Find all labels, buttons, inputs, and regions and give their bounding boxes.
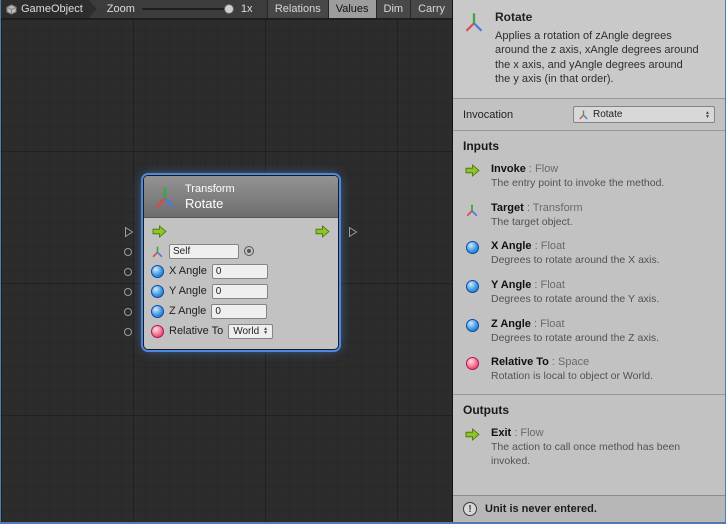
- warning-text: Unit is never entered.: [485, 503, 597, 515]
- float-icon: [151, 305, 164, 318]
- gameobject-icon: [6, 4, 17, 15]
- dim-button[interactable]: Dim: [376, 0, 411, 18]
- target-port[interactable]: [124, 248, 132, 256]
- zoom-area: Zoom 1x: [97, 0, 267, 18]
- warning-bar: ! Unit is never entered.: [453, 495, 725, 522]
- relative-to-value: World: [233, 326, 259, 337]
- input-entry-x-angle: X AngleFloat Degrees to rotate around th…: [453, 235, 725, 274]
- y-angle-row: Y Angle: [151, 281, 331, 301]
- z-angle-port[interactable]: [124, 308, 132, 316]
- transform-icon: [578, 109, 589, 120]
- output-entry-exit: ExitFlow The action to call once method …: [453, 422, 725, 474]
- invoke-arrow-icon[interactable]: [152, 225, 167, 238]
- float-icon: [466, 241, 479, 254]
- inspector-title: Rotate: [495, 10, 700, 24]
- relations-button[interactable]: Relations: [267, 0, 328, 18]
- float-icon: [151, 285, 164, 298]
- transform-icon: [464, 12, 484, 32]
- input-entry-z-angle: Z AngleFloat Degrees to rotate around th…: [453, 313, 725, 352]
- transform-icon: [154, 186, 176, 208]
- zoom-label: Zoom: [107, 3, 135, 15]
- invocation-label: Invocation: [463, 109, 513, 121]
- y-angle-input[interactable]: [212, 284, 268, 299]
- graph-canvas[interactable]: Transform Rotate X Angle: [1, 19, 452, 522]
- z-angle-row: Z Angle: [151, 301, 331, 321]
- object-picker-icon[interactable]: [244, 246, 254, 256]
- carry-button[interactable]: Carry: [410, 0, 452, 18]
- bolt-graph-window: GameObject Zoom 1x Relations Values Dim …: [0, 0, 726, 524]
- space-icon: [466, 357, 479, 370]
- flow-output-port[interactable]: [348, 226, 358, 238]
- space-icon: [151, 325, 164, 338]
- x-angle-port[interactable]: [124, 268, 132, 276]
- inspector-panel: Rotate Applies a rotation of zAngle degr…: [452, 0, 725, 522]
- warning-icon: !: [463, 502, 477, 516]
- breadcrumb[interactable]: GameObject: [1, 0, 97, 18]
- flow-arrow-icon: [465, 164, 480, 177]
- x-angle-label: X Angle: [169, 265, 207, 277]
- invocation-dropdown[interactable]: Rotate ▲▼: [573, 106, 715, 123]
- input-entry-target: TargetTransform The target object.: [453, 197, 725, 236]
- graph-toolbar: GameObject Zoom 1x Relations Values Dim …: [1, 0, 452, 19]
- inputs-section-title: Inputs: [453, 131, 725, 158]
- transform-rotate-node[interactable]: Transform Rotate X Angle: [144, 176, 338, 349]
- transform-icon: [151, 245, 164, 258]
- inspector-description: Applies a rotation of zAngle degrees aro…: [495, 29, 700, 86]
- x-angle-input[interactable]: [212, 264, 268, 279]
- float-icon: [466, 319, 479, 332]
- invocation-value: Rotate: [593, 109, 622, 120]
- relative-to-dropdown[interactable]: World ▲▼: [228, 324, 273, 339]
- node-subtitle: Rotate: [185, 196, 235, 212]
- exit-arrow-icon[interactable]: [315, 225, 330, 238]
- flow-row: [151, 221, 331, 241]
- node-body: X Angle Y Angle Z Angle Relative To: [144, 218, 338, 349]
- z-angle-label: Z Angle: [169, 305, 206, 317]
- target-row: [151, 241, 331, 261]
- inspector-header: Rotate Applies a rotation of zAngle degr…: [453, 0, 725, 99]
- relative-to-label: Relative To: [169, 325, 223, 337]
- transform-icon: [465, 203, 479, 217]
- breadcrumb-label: GameObject: [21, 3, 83, 15]
- values-button[interactable]: Values: [328, 0, 376, 18]
- z-angle-input[interactable]: [211, 304, 267, 319]
- float-icon: [466, 280, 479, 293]
- zoom-value: 1x: [241, 3, 253, 15]
- outputs-section-title: Outputs: [453, 394, 725, 422]
- y-angle-port[interactable]: [124, 288, 132, 296]
- input-entry-invoke: InvokeFlow The entry point to invoke the…: [453, 158, 725, 197]
- flow-arrow-icon: [465, 428, 480, 441]
- float-icon: [151, 265, 164, 278]
- node-header[interactable]: Transform Rotate: [144, 176, 338, 218]
- flow-input-port[interactable]: [124, 226, 134, 238]
- relative-to-row: Relative To World ▲▼: [151, 321, 331, 341]
- y-angle-label: Y Angle: [169, 285, 207, 297]
- relative-to-port[interactable]: [124, 328, 132, 336]
- node-title: Transform: [185, 182, 235, 196]
- self-field[interactable]: [169, 244, 239, 259]
- invocation-row: Invocation Rotate ▲▼: [453, 99, 725, 131]
- dropdown-arrows-icon: ▲▼: [263, 327, 268, 335]
- input-entry-y-angle: Y AngleFloat Degrees to rotate around th…: [453, 274, 725, 313]
- x-angle-row: X Angle: [151, 261, 331, 281]
- zoom-slider[interactable]: [142, 8, 234, 10]
- input-entry-relative-to: Relative ToSpace Rotation is local to ob…: [453, 351, 725, 390]
- zoom-slider-knob[interactable]: [224, 4, 234, 14]
- dropdown-arrows-icon: ▲▼: [705, 111, 710, 119]
